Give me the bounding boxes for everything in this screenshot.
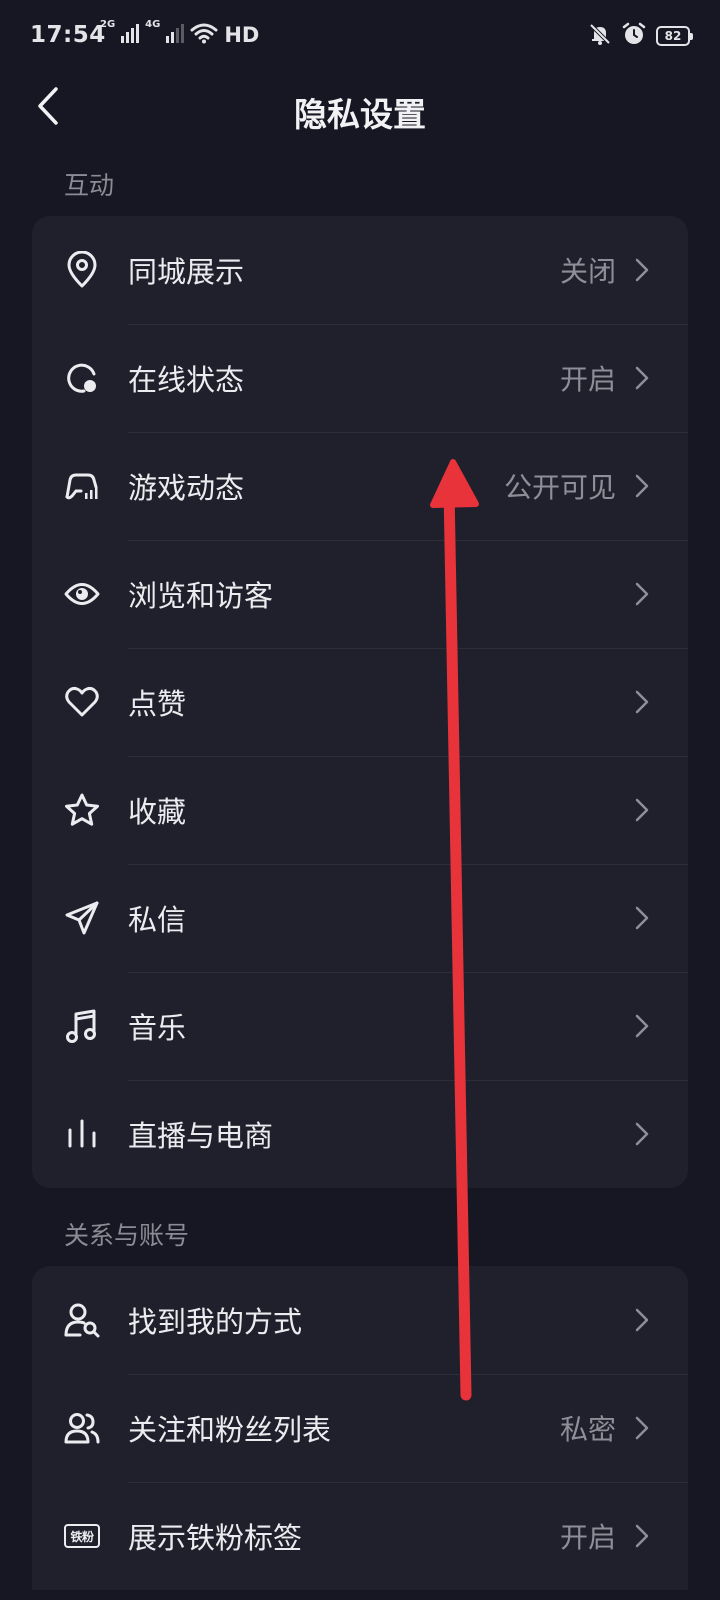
setting-value: 关闭: [559, 255, 616, 288]
status-network-group: 2G 4G HD: [100, 19, 260, 48]
chevron-right-icon: [632, 796, 652, 824]
setting-label: 音乐: [128, 1011, 187, 1045]
chevron-right-icon: [632, 256, 652, 284]
chevron-right-icon: [632, 1120, 652, 1148]
setting-row-nearby-display[interactable]: 同城展示 关闭: [32, 216, 688, 324]
chevron-right-icon: [632, 1522, 652, 1550]
users-icon: [62, 1408, 102, 1448]
chevron-right-icon: [632, 472, 652, 500]
signal-icon: [121, 23, 140, 47]
heart-icon: [62, 682, 102, 722]
setting-row-music[interactable]: 音乐: [32, 972, 688, 1080]
signal-icon: [166, 23, 185, 47]
chevron-right-icon: [632, 1414, 652, 1442]
send-icon: [62, 898, 102, 938]
setting-row-favorites[interactable]: 收藏: [32, 756, 688, 864]
bell-off-icon: [588, 22, 612, 50]
interaction-settings-card: 同城展示 关闭 在线状态 开启 游戏动态 公开可见 浏览和访客 点赞 收藏 私信…: [32, 216, 688, 1188]
setting-value: 开启: [559, 363, 616, 396]
setting-label: 私信: [128, 903, 187, 937]
status-time: 17:54: [30, 22, 106, 48]
setting-value: 公开可见: [503, 471, 616, 504]
setting-label: 收藏: [128, 795, 187, 829]
chevron-right-icon: [632, 904, 652, 932]
location-pin-icon: [62, 250, 102, 290]
chevron-right-icon: [632, 688, 652, 716]
chevron-right-icon: [632, 1306, 652, 1334]
setting-row-follow-fans-list[interactable]: 关注和粉丝列表 私密: [32, 1374, 688, 1482]
setting-value: 开启: [559, 1521, 616, 1554]
section-header-relations: 关系与账号: [64, 1221, 190, 1250]
network-label-4g: 4G: [145, 19, 161, 30]
chevron-right-icon: [632, 1012, 652, 1040]
setting-row-game-activity[interactable]: 游戏动态 公开可见: [32, 432, 688, 540]
setting-label: 游戏动态: [128, 471, 245, 505]
eye-icon: [62, 574, 102, 614]
status-bar: 17:54 2G 4G HD 82: [0, 0, 720, 72]
page-title: 隐私设置: [294, 95, 426, 134]
setting-value: 私密: [559, 1413, 616, 1446]
setting-label: 点赞: [128, 687, 187, 721]
setting-row-show-tiefen-badge[interactable]: 铁粉 展示铁粉标签 开启: [32, 1482, 688, 1590]
setting-row-views-visitors[interactable]: 浏览和访客: [32, 540, 688, 648]
chevron-right-icon: [632, 580, 652, 608]
live-bars-icon: [62, 1114, 102, 1154]
setting-label: 在线状态: [128, 363, 245, 397]
music-note-icon: [62, 1006, 102, 1046]
setting-label: 找到我的方式: [128, 1305, 303, 1339]
alarm-icon: [622, 22, 646, 50]
game-controller-icon: [62, 466, 102, 506]
status-system-group: 82: [588, 22, 693, 50]
battery-icon: 82: [656, 26, 693, 46]
setting-label: 同城展示: [128, 255, 245, 289]
setting-row-direct-messages[interactable]: 私信: [32, 864, 688, 972]
nav-bar: 隐私设置: [0, 72, 720, 144]
tiefen-badge-icon: 铁粉: [62, 1516, 102, 1556]
relations-settings-card: 找到我的方式 关注和粉丝列表 私密 铁粉 展示铁粉标签 开启: [32, 1266, 688, 1590]
setting-label: 展示铁粉标签: [128, 1521, 303, 1555]
setting-row-find-me[interactable]: 找到我的方式: [32, 1266, 688, 1374]
setting-row-likes[interactable]: 点赞: [32, 648, 688, 756]
setting-label: 关注和粉丝列表: [128, 1413, 332, 1447]
setting-row-live-commerce[interactable]: 直播与电商: [32, 1080, 688, 1188]
setting-label: 直播与电商: [128, 1119, 274, 1153]
wifi-icon: [190, 22, 218, 48]
star-icon: [62, 790, 102, 830]
online-status-icon: [62, 358, 102, 398]
hd-label: HD: [224, 23, 260, 47]
section-header-interaction: 互动: [64, 171, 115, 200]
user-search-icon: [62, 1300, 102, 1340]
setting-row-online-status[interactable]: 在线状态 开启: [32, 324, 688, 432]
chevron-right-icon: [632, 364, 652, 392]
network-label-2g: 2G: [100, 19, 116, 30]
setting-label: 浏览和访客: [128, 579, 274, 613]
tiefen-badge-text: 铁粉: [64, 1524, 100, 1548]
